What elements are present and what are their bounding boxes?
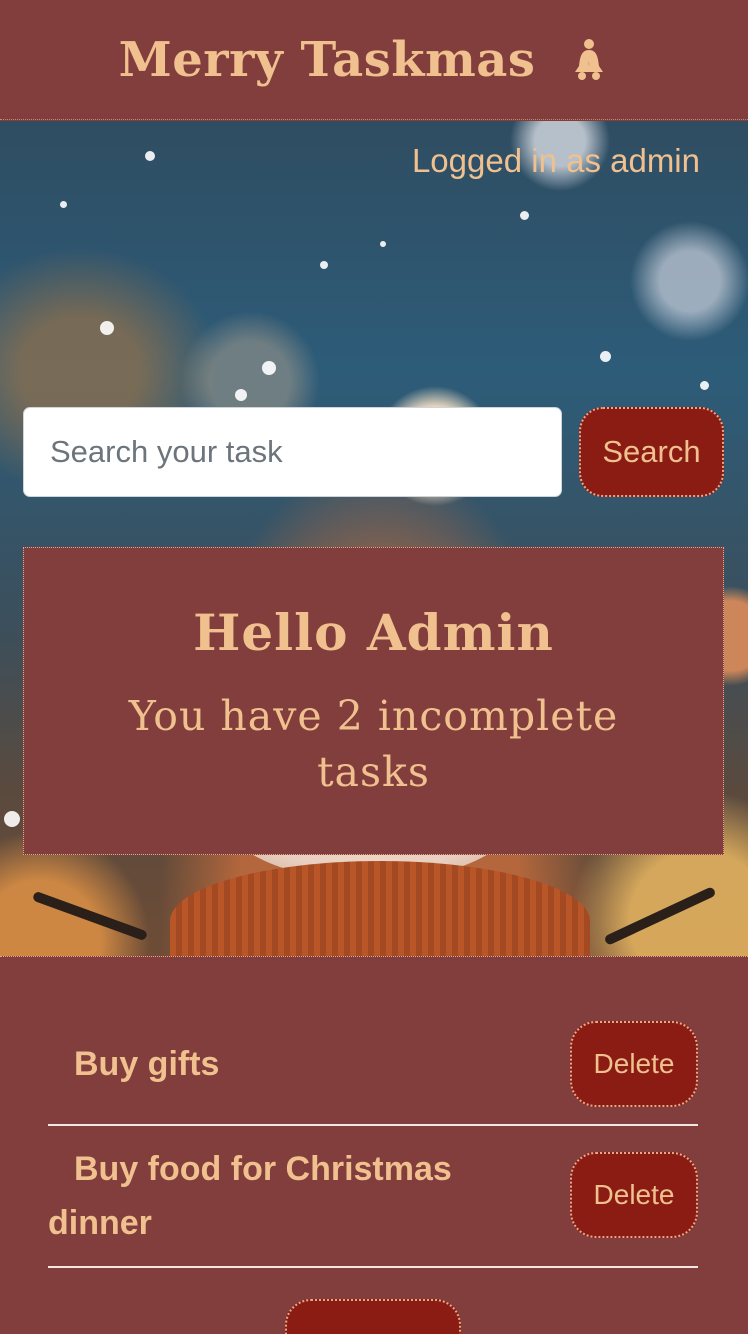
snowflake (4, 811, 20, 827)
snowman-arm-left (31, 890, 149, 942)
snowflake (700, 381, 709, 390)
greeting-title: Hello Admin (193, 603, 554, 662)
task-row: Buy gifts Delete (48, 1021, 698, 1126)
incomplete-tasks-summary: You have 2 incomplete tasks (128, 692, 619, 796)
snowflake (235, 389, 247, 401)
delete-task-button[interactable]: Delete (570, 1021, 698, 1107)
snowflake (262, 361, 276, 375)
search-input[interactable] (23, 407, 562, 497)
logged-in-status: Logged in as admin (411, 142, 700, 179)
task-row: Buy food for Christmas dinner Delete (48, 1126, 698, 1268)
snowman-scarf (170, 861, 590, 957)
bells-icon (569, 36, 609, 84)
app-title: Merry Taskmas (118, 31, 536, 88)
snowflake (520, 211, 529, 220)
app-header: Merry Taskmas (0, 0, 748, 120)
search-button[interactable]: Search (579, 407, 724, 497)
greeting-card: Hello Admin You have 2 incomplete tasks (23, 547, 724, 855)
snowman-arm-right (603, 886, 717, 946)
snowflake (100, 321, 114, 335)
snowflake (380, 241, 386, 247)
task-text: Buy food for Christmas dinner (48, 1150, 452, 1242)
snowflake (60, 201, 67, 208)
add-task-button[interactable] (285, 1299, 461, 1334)
task-list: Buy gifts Delete Buy food for Christmas … (0, 956, 748, 1334)
snowflake (145, 151, 155, 161)
delete-task-button[interactable]: Delete (570, 1152, 698, 1238)
snowflake (600, 351, 611, 362)
snowflake (320, 261, 328, 269)
